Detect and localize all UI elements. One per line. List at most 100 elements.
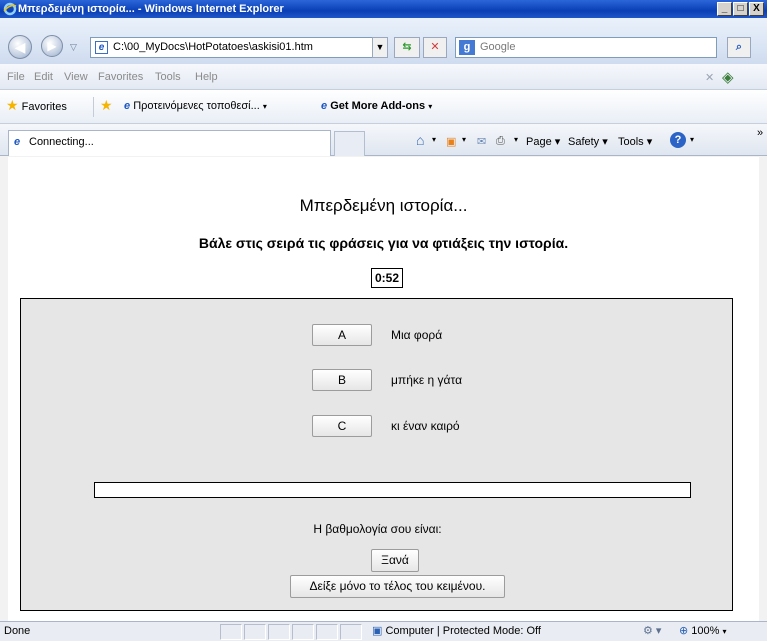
search-placeholder: Google (480, 41, 516, 53)
status-cell (220, 624, 242, 640)
exercise-title: Μπερδεμένη ιστορία... (299, 196, 468, 215)
help-icon[interactable]: ? (670, 132, 686, 148)
suggested-sites-label: Προτεινόμενες τοποθεσί... (133, 100, 260, 112)
address-field[interactable]: e C:\00_MyDocs\HotPotatoes\askisi01.htm (90, 37, 388, 58)
tab-title: Connecting... (29, 136, 94, 148)
zoom-level: 100% (691, 625, 720, 637)
browser-window: Μπερδεμένη ιστορία... - Windows Internet… (0, 0, 767, 641)
ie-tab-icon: e (14, 136, 21, 148)
dropdown-arrow-icon[interactable]: ▾ (462, 135, 466, 144)
stop-button[interactable]: ✕ (423, 37, 447, 58)
search-input[interactable]: g Google (455, 37, 717, 58)
dropdown-arrow-icon[interactable]: ▾ (690, 135, 694, 144)
status-cell (292, 624, 314, 640)
dropdown-arrow-icon[interactable]: ▾ (432, 135, 436, 144)
minimize-button[interactable]: _ (717, 2, 732, 16)
maximize-button[interactable]: □ (733, 2, 748, 16)
exercise-instructions: Βάλε στις σειρά τις φράσεις για να φτιάξ… (198, 235, 569, 251)
window-left-border (0, 157, 8, 621)
print-icon[interactable]: ⎙ (496, 135, 505, 148)
tab-command-bar: e Connecting... ⌂ ▾ ▣ ▾ ✉ ⎙ ▾ Page ▾ Saf… (0, 124, 767, 156)
search-button[interactable]: ⌕ (727, 37, 751, 58)
feeds-icon[interactable]: ▣ (446, 135, 456, 148)
forward-button[interactable]: ▶ (41, 35, 63, 57)
security-zone[interactable]: ▣ Computer | Protected Mode: Off (372, 622, 541, 641)
letter-button-b[interactable]: B (312, 369, 372, 391)
status-cell (268, 624, 290, 640)
favorites-button[interactable]: ★ Favorites (6, 97, 67, 114)
status-cell (244, 624, 266, 640)
window-right-border (759, 157, 767, 621)
get-addons-link[interactable]: e Get More Add-ons ▾ (321, 100, 432, 112)
menu-edit[interactable]: Edit (34, 71, 53, 83)
show-end-button[interactable]: Δείξε μόνο το τέλος του κειμένου. (290, 575, 505, 598)
dropdown-arrow-icon[interactable]: ▾ (514, 135, 518, 144)
favorites-label: Favorites (21, 101, 67, 113)
menu-favorites[interactable]: Favorites (98, 71, 143, 83)
letter-button-c[interactable]: C (312, 415, 372, 437)
ie-icon: e (321, 100, 328, 112)
favorites-bar: ★ Favorites ★ e Προτεινόμενες τοποθεσί..… (0, 90, 767, 124)
security-zone-label: Computer | Protected Mode: Off (385, 625, 541, 637)
letter-button-a[interactable]: A (312, 324, 372, 346)
score-label: Η βαθμολογία σου είναι: (313, 522, 442, 536)
exercise-panel: A Μια φορά B μπήκε η γάτα C κι έναν καιρ… (20, 298, 733, 611)
mail-icon[interactable]: ✉ (477, 135, 486, 148)
menu-tools[interactable]: Tools (155, 71, 181, 83)
addons-icon[interactable]: ◈ (722, 68, 734, 86)
phrase-text: μπήκε η γάτα (391, 373, 463, 387)
back-button[interactable]: ◀ (8, 35, 32, 59)
phrase-text: Μια φορά (391, 328, 443, 342)
chevron-more-icon[interactable]: » (757, 127, 763, 139)
new-tab-button[interactable] (334, 131, 365, 156)
phrase-text: κι έναν καιρό (391, 419, 460, 433)
ie-icon: e (124, 100, 131, 112)
page-content: Μπερδεμένη ιστορία... Βάλε στις σειρά τι… (8, 157, 759, 621)
page-menu-label: Page (526, 136, 552, 148)
status-bar: Done ▣ Computer | Protected Mode: Off ⚙ … (0, 621, 767, 641)
google-icon: g (459, 40, 475, 55)
restart-button[interactable]: Ξανά (371, 549, 419, 572)
tools-menu-label: Tools (618, 136, 644, 148)
separator (93, 97, 94, 117)
address-url: C:\00_MyDocs\HotPotatoes\askisi01.htm (113, 41, 313, 53)
close-button[interactable]: X (749, 2, 764, 16)
menu-view[interactable]: View (64, 71, 88, 83)
tab-active[interactable]: e Connecting... (8, 130, 331, 156)
add-star-icon: ★ (100, 97, 113, 113)
address-dropdown-button[interactable]: ▼ (372, 37, 388, 58)
history-dropdown-icon[interactable]: ▽ (70, 42, 77, 53)
suggested-sites-link[interactable]: e Προτεινόμενες τοποθεσί... ▾ (124, 100, 267, 112)
answer-text-field[interactable] (94, 482, 691, 498)
sentence-row: B μπήκε η γάτα (21, 369, 734, 393)
title-bar: Μπερδεμένη ιστορία... - Windows Internet… (0, 0, 767, 18)
sentence-row: C κι έναν καιρό (21, 415, 734, 439)
dropdown-arrow-icon: ▾ (428, 102, 433, 111)
dropdown-arrow-icon: ▾ (722, 627, 727, 636)
add-favorite-icon[interactable]: ★ (100, 97, 113, 114)
sentence-row: A Μια φορά (21, 324, 734, 348)
menu-bar: File Edit View Favorites Tools Help ✕ ◈ (0, 64, 767, 90)
address-toolbar: ◀ ▶ ▽ e C:\00_MyDocs\HotPotatoes\askisi0… (0, 18, 767, 64)
menu-file[interactable]: File (7, 71, 25, 83)
status-text: Done (4, 625, 31, 637)
home-icon[interactable]: ⌂ (416, 132, 424, 148)
tools-menu[interactable]: Tools ▾ (618, 135, 652, 148)
menu-help[interactable]: Help (195, 71, 218, 83)
refresh-button[interactable]: ⇆ (394, 37, 420, 58)
zoom-icon: ⊕ (679, 625, 689, 637)
status-cell (316, 624, 338, 640)
computer-icon: ▣ (372, 625, 383, 637)
ie-logo-icon (3, 2, 17, 16)
safety-menu-label: Safety (568, 136, 600, 148)
window-title: Μπερδεμένη ιστορία... - Windows Internet… (18, 3, 284, 15)
ie-page-icon: e (95, 41, 108, 54)
timer: 0:52 (371, 268, 403, 288)
protected-mode-icon[interactable]: ⚙ ▾ (643, 622, 661, 641)
zoom-control[interactable]: ⊕ 100% ▾ (679, 622, 727, 641)
status-cell (340, 624, 362, 640)
get-addons-label: Get More Add-ons (330, 100, 426, 112)
page-menu[interactable]: Page ▾ (526, 135, 560, 148)
safety-menu[interactable]: Safety ▾ (568, 135, 608, 148)
close-menu-icon[interactable]: ✕ (705, 71, 714, 84)
